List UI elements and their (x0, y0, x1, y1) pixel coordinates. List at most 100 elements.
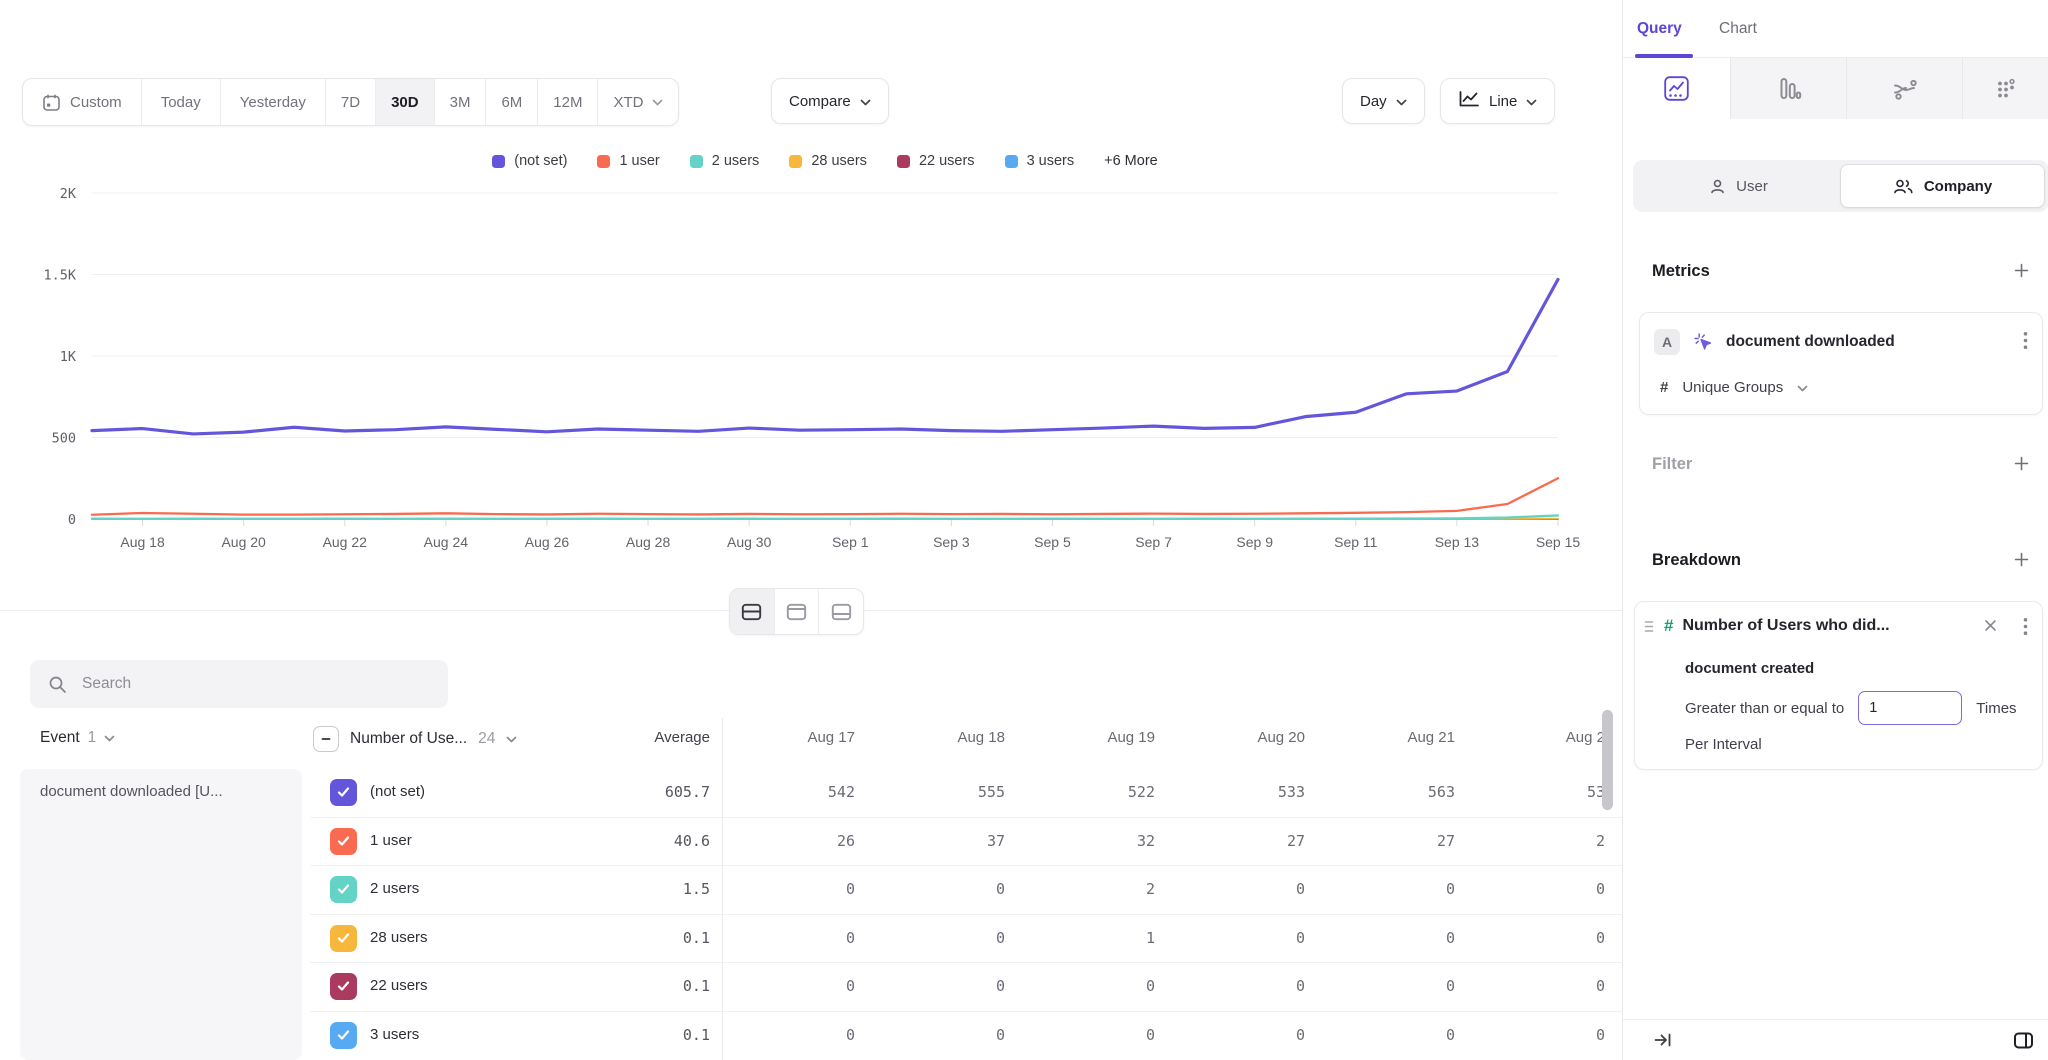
metric-event-name[interactable]: document downloaded (1726, 333, 1895, 351)
table-scrollbar[interactable] (1602, 710, 1613, 810)
legend-item[interactable]: (not set) (492, 153, 567, 169)
legend-item[interactable]: 22 users (897, 153, 975, 169)
series-checkbox[interactable] (330, 973, 357, 1000)
series-checkbox[interactable] (330, 876, 357, 903)
group-column-header[interactable]: Number of Use... 24 (313, 726, 517, 752)
legend-label: 1 user (619, 153, 659, 169)
compare-button[interactable]: Compare (771, 78, 889, 124)
event-column-header[interactable]: Event 1 (40, 729, 115, 747)
chart-type-flow-tab[interactable] (1847, 58, 1963, 119)
threshold-input[interactable] (1858, 691, 1962, 725)
date-column-header: Aug 17 (705, 729, 855, 746)
tab-chart[interactable]: Chart (1719, 20, 1757, 38)
entity-user-button[interactable]: User (1637, 164, 1840, 208)
legend-item[interactable]: 28 users (789, 153, 867, 169)
filter-title: Filter (1652, 455, 1692, 474)
select-all-checkbox[interactable] (313, 726, 339, 752)
row-value-cell: 0 (855, 1026, 1005, 1044)
average-column-header[interactable]: Average (540, 729, 710, 746)
breakdown-kebab-menu[interactable] (2023, 617, 2028, 636)
date-range-button[interactable]: 12M (537, 79, 597, 125)
metric-letter-badge: A (1654, 329, 1680, 355)
range-label: XTD (613, 94, 643, 111)
svg-text:Aug 30: Aug 30 (727, 534, 772, 550)
svg-text:Aug 26: Aug 26 (525, 534, 570, 550)
breakdown-title: Breakdown (1652, 551, 1741, 570)
series-checkbox[interactable] (330, 828, 357, 855)
series-checkbox[interactable] (330, 1022, 357, 1049)
row-value-cell: 32 (1005, 832, 1155, 850)
plus-icon (2013, 551, 2030, 568)
chart-type-dropdown[interactable]: Line (1440, 78, 1555, 124)
event-name-cell[interactable]: document downloaded [U... (20, 769, 302, 1060)
close-icon[interactable] (1983, 618, 1998, 633)
row-value-cell: 0 (1005, 977, 1155, 995)
svg-text:Aug 24: Aug 24 (424, 534, 469, 550)
chevron-down-icon (1396, 93, 1407, 110)
legend-item[interactable]: 1 user (597, 153, 659, 169)
row-value-cell: 0 (1155, 1026, 1305, 1044)
panel-tab-bar: Query Chart (1623, 0, 2048, 58)
metric-kebab-menu[interactable] (2023, 331, 2028, 350)
add-metric-button[interactable] (2013, 262, 2030, 279)
row-value-cell: 0 (855, 880, 1005, 898)
legend-label: 2 users (712, 153, 760, 169)
layout-chart-only-button[interactable] (774, 589, 819, 634)
event-header-label: Event (40, 729, 80, 747)
row-value-cell: 0 (705, 977, 855, 995)
svg-text:Sep 11: Sep 11 (1334, 534, 1378, 550)
chart-type-line-tab[interactable] (1623, 58, 1731, 119)
date-range-button[interactable]: 3M (434, 79, 486, 125)
collapse-panel-icon[interactable] (1653, 1031, 1673, 1049)
row-value-cell: 0 (855, 929, 1005, 947)
row-value-cell: 0 (1305, 880, 1455, 898)
svg-text:Sep 13: Sep 13 (1435, 534, 1480, 550)
svg-text:Aug 28: Aug 28 (626, 534, 671, 550)
date-column-header: Aug 21 (1305, 729, 1455, 746)
breakdown-card-title[interactable]: Number of Users who did... (1682, 617, 1889, 635)
date-range-button[interactable]: Today (141, 79, 220, 125)
svg-text:Sep 5: Sep 5 (1034, 534, 1071, 550)
app-root: 05001K1.5K2KAug 18Aug 20Aug 22Aug 24Aug … (0, 0, 2048, 1060)
layout-split-button[interactable] (730, 589, 774, 634)
row-value-cell: 0 (1155, 977, 1305, 995)
date-range-button[interactable]: 30D (375, 79, 434, 125)
drag-handle-icon[interactable] (1643, 619, 1655, 634)
tab-query[interactable]: Query (1637, 20, 1682, 38)
date-range-button[interactable]: 6M (485, 79, 537, 125)
date-range-button[interactable]: Custom (23, 79, 141, 125)
layout-table-only-button[interactable] (818, 589, 863, 634)
date-column-header: Aug 18 (855, 729, 1005, 746)
search-input[interactable] (80, 674, 430, 694)
series-checkbox[interactable] (330, 925, 357, 952)
row-value-cell: 0 (1005, 1026, 1155, 1044)
row-value-cell: 0 (1305, 1026, 1455, 1044)
interval-dropdown[interactable]: Day (1342, 78, 1425, 124)
entity-company-button[interactable]: Company (1840, 164, 2045, 208)
row-value-cell: 26 (705, 832, 855, 850)
panel-toggle-icon[interactable] (2013, 1031, 2034, 1050)
legend-item[interactable]: 3 users (1005, 153, 1075, 169)
measure-dropdown[interactable]: # Unique Groups (1660, 379, 1808, 396)
legend-item[interactable]: 2 users (690, 153, 760, 169)
company-icon (1893, 178, 1914, 195)
panel-bottom-bar (1623, 1019, 2048, 1060)
range-label: 30D (391, 94, 419, 111)
series-checkbox[interactable] (330, 779, 357, 806)
date-range-button[interactable]: 7D (325, 79, 375, 125)
range-label: Yesterday (240, 94, 306, 111)
add-breakdown-button[interactable] (2013, 551, 2030, 568)
row-label: 1 user (370, 832, 412, 849)
date-column-header: Aug 2 (1455, 729, 1605, 746)
date-range-button[interactable]: Yesterday (220, 79, 325, 125)
legend-label: 22 users (919, 153, 975, 169)
date-range-button[interactable]: XTD (597, 79, 678, 125)
range-label: 3M (450, 94, 471, 111)
chart-type-grid-tab[interactable] (1963, 58, 2048, 119)
search-icon (48, 675, 67, 694)
breakdown-event[interactable]: document created (1685, 660, 1814, 677)
add-filter-button[interactable] (2013, 455, 2030, 472)
measure-label: Unique Groups (1682, 379, 1783, 396)
legend-more-link[interactable]: +6 More (1104, 153, 1158, 169)
chart-type-bar-tab[interactable] (1731, 58, 1847, 119)
